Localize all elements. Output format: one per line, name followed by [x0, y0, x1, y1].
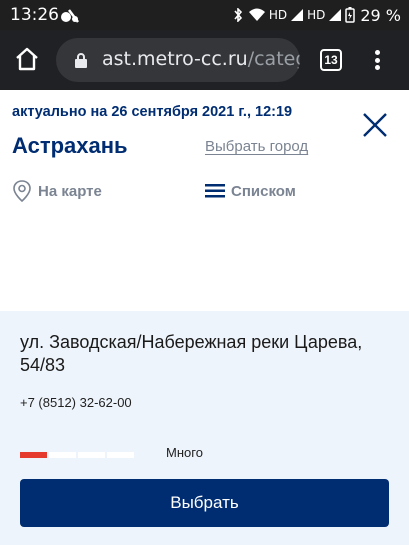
store-card: ул. Заводская/Набережная реки Царева, 54… [0, 311, 409, 545]
stock-level-segment [49, 452, 76, 458]
close-icon[interactable] [362, 112, 388, 138]
wifi-icon [248, 8, 265, 21]
url-path: /catego [247, 48, 300, 70]
stock-level-segment [78, 452, 105, 458]
stock-level-segment [20, 452, 47, 458]
network-type-2: HD [307, 8, 326, 22]
view-list-label: Списком [231, 182, 296, 200]
store-phone[interactable]: +7 (8512) 32-62-00 [20, 395, 132, 410]
view-on-map-toggle[interactable]: На карте [12, 178, 102, 204]
browser-toolbar: ast.metro-cc.ru/catego 13 [0, 30, 409, 90]
home-icon[interactable] [14, 46, 40, 72]
list-icon [205, 184, 225, 198]
updated-timestamp: актуально на 26 сентября 2021 г., 12:19 [12, 104, 293, 120]
app-notification-icon [61, 9, 79, 23]
status-bar: 13:26 HD HD 29 % [0, 0, 409, 30]
url-host: ast.metro-cc.ru [102, 48, 248, 70]
view-as-list-toggle[interactable]: Списком [205, 178, 296, 204]
map-pin-icon [13, 180, 31, 203]
stock-level-segment [107, 452, 134, 458]
status-time: 13:26 [10, 5, 59, 25]
battery-icon [345, 7, 356, 23]
lock-icon [75, 53, 87, 68]
more-menu-icon[interactable] [370, 48, 384, 72]
signal-icon-2 [329, 9, 342, 21]
choose-city-link[interactable]: Выбрать город [205, 138, 308, 155]
signal-icon [291, 9, 304, 21]
address-bar[interactable]: ast.metro-cc.ru/catego [56, 38, 300, 82]
tab-switcher-button[interactable]: 13 [320, 49, 342, 71]
battery-percent: 29 % [360, 5, 401, 25]
city-title: Астрахань [12, 133, 128, 158]
stock-level-label: Много [166, 445, 203, 460]
stock-level-bar [20, 452, 134, 458]
view-map-label: На карте [38, 182, 102, 200]
store-address: ул. Заводская/Набережная реки Царева, 54… [20, 332, 363, 375]
url-text: ast.metro-cc.ru/catego [102, 48, 300, 70]
select-store-button[interactable]: Выбрать [20, 479, 389, 527]
status-indicators: HD HD 29 % [231, 5, 401, 25]
bluetooth-icon [234, 8, 242, 22]
network-type-1: HD [268, 8, 288, 22]
